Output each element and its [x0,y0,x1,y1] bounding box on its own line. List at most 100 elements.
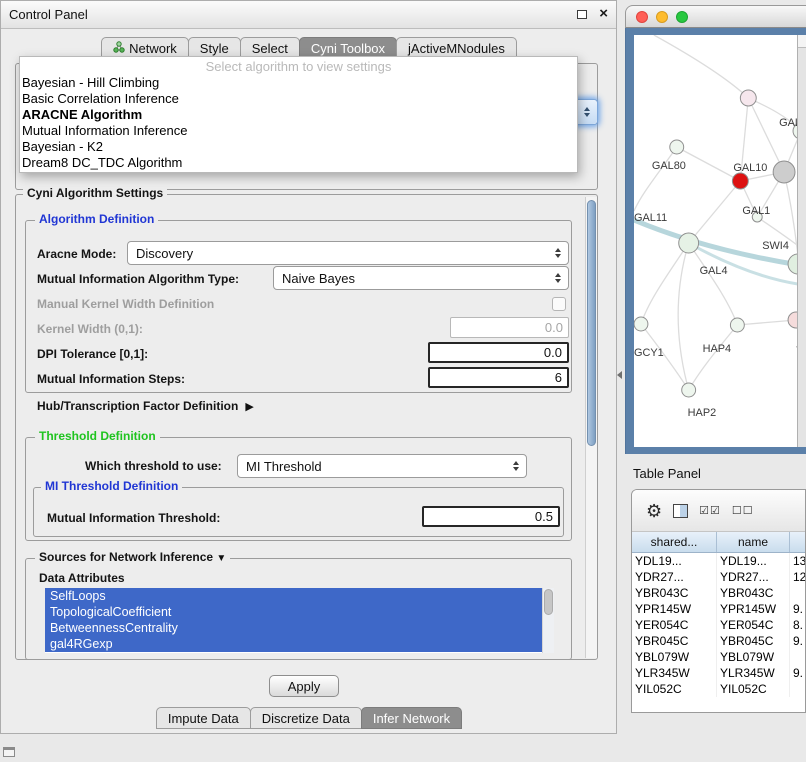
table-cell: 12 [790,569,805,585]
attribute-item-topologicalcoefficient[interactable]: TopologicalCoefficient [45,604,542,620]
table-cell [790,585,805,601]
dropdown-prompt: Select algorithm to view settings [20,58,577,75]
bottom-tab-infer-network[interactable]: Infer Network [361,707,462,729]
table-row[interactable]: YER054CYER054C8. [632,617,805,633]
svg-text:HAP4: HAP4 [703,343,732,355]
tab-label: jActiveMNodules [408,41,505,56]
bottom-tab-discretize-data[interactable]: Discretize Data [250,707,362,729]
deselect-all-icon[interactable]: ☐☐ [732,504,754,517]
bottom-tab-impute-data[interactable]: Impute Data [156,707,251,729]
column-header-2[interactable] [790,532,805,552]
data-attributes-list[interactable]: SelfLoopsTopologicalCoefficientBetweenne… [45,588,554,653]
bottom-tab-label: Infer Network [373,711,450,726]
splitter-handle[interactable] [616,362,623,388]
attribute-item-gal4rgexp[interactable]: gal4RGexp [45,636,542,652]
manual-kernel-label: Manual Kernel Width Definition [37,297,214,311]
apply-button-label: Apply [288,679,321,694]
table-cell: YPR145W [632,601,717,617]
tab-label: Network [129,41,177,56]
dpi-tolerance-input[interactable]: 0.0 [428,342,569,363]
combo-stepper-icon [551,242,565,264]
network-window-titlebar[interactable] [625,5,806,28]
table-cell: 13 [790,553,805,569]
aracne-mode-select[interactable]: Discovery [127,241,569,265]
dpi-tolerance-value: 0.0 [544,345,562,360]
algorithm-option-bayesian-k2[interactable]: Bayesian - K2 [20,139,577,155]
sources-title[interactable]: Sources for Network Inference ▼ [35,551,230,565]
tab-label: Select [252,41,288,56]
table-row[interactable]: YPR145WYPR145W9. [632,601,805,617]
minimized-panel-icon[interactable] [3,747,15,757]
minimize-window-icon[interactable] [656,11,668,23]
network-icon [113,41,125,56]
table-body: YDL19...YDL19...13YDR27...YDR27...12YBR0… [632,553,805,697]
mi-type-select[interactable]: Naive Bayes [273,266,569,290]
expand-down-icon: ▼ [216,553,226,564]
table-row[interactable]: YDL19...YDL19...13 [632,553,805,569]
table-cell [790,681,805,697]
sources-title-text: Sources for Network Inference [39,550,213,564]
table-row[interactable]: YBR043CYBR043C [632,585,805,601]
column-header-0[interactable]: shared... [632,532,717,552]
scrollbar-thumb[interactable] [544,589,553,615]
table-row[interactable]: YLR345WYLR345W9. [632,665,805,681]
hub-definition-toggle[interactable]: Hub/Transcription Factor Definition ▶ [37,399,254,413]
table-row[interactable]: YBL079WYBL079W [632,649,805,665]
float-window-icon[interactable] [577,10,587,19]
algorithm-option-dream8-dc-tdc-algorithm[interactable]: Dream8 DC_TDC Algorithm [20,155,577,171]
table-cell: YBR043C [717,585,790,601]
algorithm-option-mutual-information-inference[interactable]: Mutual Information Inference [20,123,577,139]
attributes-list-scrollbar[interactable] [542,588,554,653]
zoom-window-icon[interactable] [676,11,688,23]
scroll-up-button[interactable] [798,35,806,48]
table-cell: 9. [790,665,805,681]
settings-scrollbar[interactable] [585,197,597,658]
columns-icon[interactable] [673,504,688,518]
scrollbar-thumb[interactable] [587,200,596,446]
algorithm-option-bayesian-hill-climbing[interactable]: Bayesian - Hill Climbing [20,75,577,91]
table-row[interactable]: YIL052CYIL052C [632,681,805,697]
mi-steps-input[interactable]: 6 [428,367,569,388]
table-cell: YER054C [717,617,790,633]
select-all-icon[interactable]: ☑☑ [699,504,721,517]
kernel-width-input[interactable]: 0.0 [450,317,569,338]
which-threshold-label: Which threshold to use: [85,459,222,473]
algorithm-option-aracne-algorithm[interactable]: ARACNE Algorithm [20,107,577,123]
attribute-item-selfloops[interactable]: SelfLoops [45,588,542,604]
mi-threshold-value: 0.5 [535,509,553,524]
hub-definition-label: Hub/Transcription Factor Definition [37,399,238,413]
network-canvas[interactable]: GAL80GAL10GAL1GAL11SWI4GAL4GCY1HAP4HAP2G… [634,35,797,447]
svg-text:GAL: GAL [779,117,797,129]
table-row[interactable]: YDR27...YDR27...12 [632,569,805,585]
combo-stepper-icon [575,100,597,124]
column-header-1[interactable]: name [717,532,790,552]
network-view-window: GAL80GAL10GAL1GAL11SWI4GAL4GCY1HAP4HAP2G… [625,5,806,454]
apply-button[interactable]: Apply [269,675,339,697]
table-cell [790,649,805,665]
kernel-width-label: Kernel Width (0,1): [37,322,143,336]
close-window-icon[interactable] [636,11,648,23]
attribute-item-betweennesscentrality[interactable]: BetweennessCentrality [45,620,542,636]
close-icon[interactable]: × [599,5,608,22]
table-cell: YIL052C [632,681,717,697]
mi-threshold-input[interactable]: 0.5 [422,506,560,527]
cyni-settings-title: Cyni Algorithm Settings [23,187,167,200]
table-row[interactable]: YBR045CYBR045C9. [632,633,805,649]
table-cell: YPR145W [717,601,790,617]
aracne-mode-value: Discovery [128,246,551,261]
gear-icon[interactable]: ⚙ [646,502,662,520]
which-threshold-select[interactable]: MI Threshold [237,454,527,478]
control-panel-titlebar[interactable]: Control Panel × [1,1,616,29]
network-vertical-scrollbar[interactable] [797,35,806,447]
table-panel-title: Table Panel [633,466,701,481]
which-threshold-value: MI Threshold [238,459,509,474]
mi-threshold-label: Mutual Information Threshold: [47,511,220,525]
algorithm-option-basic-correlation-inference[interactable]: Basic Correlation Inference [20,91,577,107]
table-cell: YLR345W [632,665,717,681]
bottom-tab-label: Discretize Data [262,711,350,726]
table-cell: YDL19... [632,553,717,569]
screen: Control Panel × NetworkStyleSelectCyni T… [0,0,806,762]
manual-kernel-checkbox[interactable] [552,297,566,311]
control-panel-window: Control Panel × NetworkStyleSelectCyni T… [0,0,617,734]
svg-text:GAL4: GAL4 [700,265,728,277]
